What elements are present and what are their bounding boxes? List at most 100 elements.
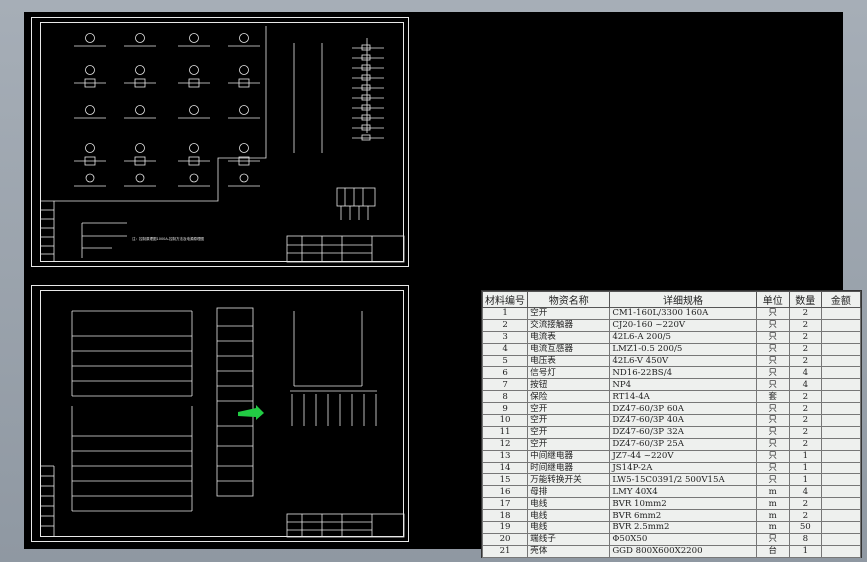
cell-amount: [820, 509, 862, 523]
cell-name: 时间继电器: [527, 461, 611, 475]
cell-unit: m: [755, 509, 790, 523]
cell-qty: 2: [788, 354, 822, 368]
table-row: 2 交流接触器 CJ20-160 ~220V 只 2: [481, 318, 862, 332]
meter-symbol: [239, 173, 249, 183]
cell-spec: BVR 6mm2: [609, 509, 757, 523]
header-amount: 金额: [820, 291, 862, 308]
table-header-row: 材料编号 物资名称 详细规格 单位 数量 金额: [481, 291, 862, 308]
header-qty: 数量: [788, 291, 822, 308]
cell-unit: 只: [755, 330, 790, 344]
cell-name: 电压表: [527, 354, 611, 368]
cell-amount: [820, 485, 862, 499]
cell-name: 空开: [527, 402, 611, 416]
cell-item-no: 15: [481, 473, 529, 487]
cell-amount: [820, 521, 862, 534]
cell-amount: [820, 544, 862, 558]
cell-name: 空开: [527, 414, 611, 427]
cell-amount: [820, 437, 862, 451]
cell-item-no: 19: [481, 521, 529, 534]
table-row: 8 保险 RT14-4A 套 2: [481, 390, 862, 404]
cell-unit: 只: [755, 414, 790, 427]
cell-qty: 4: [788, 378, 822, 392]
cell-qty: 2: [788, 509, 822, 523]
cell-spec: CJ20-160 ~220V: [609, 318, 757, 332]
meter-symbol: [135, 143, 145, 153]
materials-table[interactable]: 材料编号 物资名称 详细规格 单位 数量 金额 1 空开 CM1-160L/3300…: [481, 290, 862, 558]
table-row: 9 空开 DZ47-60/3P 60A 只 2: [481, 402, 862, 416]
cell-unit: 只: [755, 473, 790, 487]
cell-name: 电线: [527, 521, 611, 534]
cell-item-no: 12: [481, 437, 529, 451]
cell-item-no: 10: [481, 414, 529, 427]
meter-symbol: [135, 65, 145, 75]
cell-amount: [820, 366, 862, 380]
cell-name: 空开: [527, 425, 611, 439]
table-row: 10 空开 DZ47-60/3P 40A 只 2: [481, 414, 862, 427]
cell-item-no: 17: [481, 497, 529, 511]
cell-qty: 8: [788, 532, 822, 546]
meter-symbol: [85, 105, 95, 115]
cell-unit: 只: [755, 342, 790, 356]
table-row: 18 电线 BVR 6mm2 m 2: [481, 509, 862, 523]
lower-drawing-sheet[interactable]: [31, 285, 409, 542]
cell-qty: 50: [788, 521, 822, 534]
cell-item-no: 2: [481, 318, 529, 332]
cell-qty: 4: [788, 366, 822, 380]
cell-name: 万能转换开关: [527, 473, 611, 487]
cell-unit: 只: [755, 425, 790, 439]
cell-amount: [820, 473, 862, 487]
meter-symbol: [85, 65, 95, 75]
cell-qty: 2: [788, 390, 822, 404]
meter-symbol: [239, 143, 249, 153]
cell-spec: 42L6-V 450V: [609, 354, 757, 368]
cell-item-no: 11: [481, 425, 529, 439]
cell-unit: 只: [755, 318, 790, 332]
cell-spec: LW5-15C0391/2 500V15A: [609, 473, 757, 487]
meter-symbol: [135, 105, 145, 115]
cell-spec: ND16-22BS/4: [609, 366, 757, 380]
cell-item-no: 18: [481, 509, 529, 523]
cell-spec: DZ47-60/3P 40A: [609, 414, 757, 427]
table-row: 14 时间继电器 JS14P-2A 只 1: [481, 461, 862, 475]
meter-symbol: [135, 173, 145, 183]
cell-qty: 2: [788, 342, 822, 356]
cell-amount: [820, 390, 862, 404]
meter-symbol: [239, 65, 249, 75]
cell-amount: [820, 497, 862, 511]
cell-unit: 只: [755, 378, 790, 392]
cell-amount: [820, 449, 862, 463]
cell-spec: GGD 800X600X2200: [609, 544, 757, 558]
cell-amount: [820, 354, 862, 368]
cell-spec: JZ7-44 ~220V: [609, 449, 757, 463]
meter-symbol: [189, 143, 199, 153]
table-row: 5 电压表 42L6-V 450V 只 2: [481, 354, 862, 368]
cell-spec: DZ47-60/3P 32A: [609, 425, 757, 439]
cell-spec: BVR 2.5mm2: [609, 521, 757, 534]
cell-name: 电流表: [527, 330, 611, 344]
cell-qty: 2: [788, 330, 822, 344]
cell-name: 母排: [527, 485, 611, 499]
cad-viewport: 注：控制原理图1000A-控制方法及电源原理图 材料编号 物资名称 详细规格 单…: [0, 0, 867, 562]
cell-qty: 1: [788, 449, 822, 463]
cell-qty: 2: [788, 497, 822, 511]
cell-qty: 4: [788, 485, 822, 499]
cell-unit: 只: [755, 461, 790, 475]
cell-unit: 台: [755, 544, 790, 558]
meter-symbol: [135, 33, 145, 43]
meter-symbol: [189, 33, 199, 43]
cell-spec: CM1-160L/3300 160A: [609, 307, 757, 320]
cell-name: 电线: [527, 509, 611, 523]
cell-amount: [820, 318, 862, 332]
cell-amount: [820, 532, 862, 546]
cell-item-no: 9: [481, 402, 529, 416]
cell-item-no: 8: [481, 390, 529, 404]
cell-qty: 2: [788, 318, 822, 332]
drawing-canvas[interactable]: 注：控制原理图1000A-控制方法及电源原理图 材料编号 物资名称 详细规格 单…: [24, 12, 862, 558]
cell-spec: NP4: [609, 378, 757, 392]
upper-drawing-sheet[interactable]: 注：控制原理图1000A-控制方法及电源原理图: [31, 17, 409, 267]
header-unit: 单位: [755, 291, 790, 308]
cell-item-no: 6: [481, 366, 529, 380]
cell-unit: 只: [755, 437, 790, 451]
table-row: 7 按钮 NP4 只 4: [481, 378, 862, 392]
green-arrow-icon: [238, 405, 264, 420]
